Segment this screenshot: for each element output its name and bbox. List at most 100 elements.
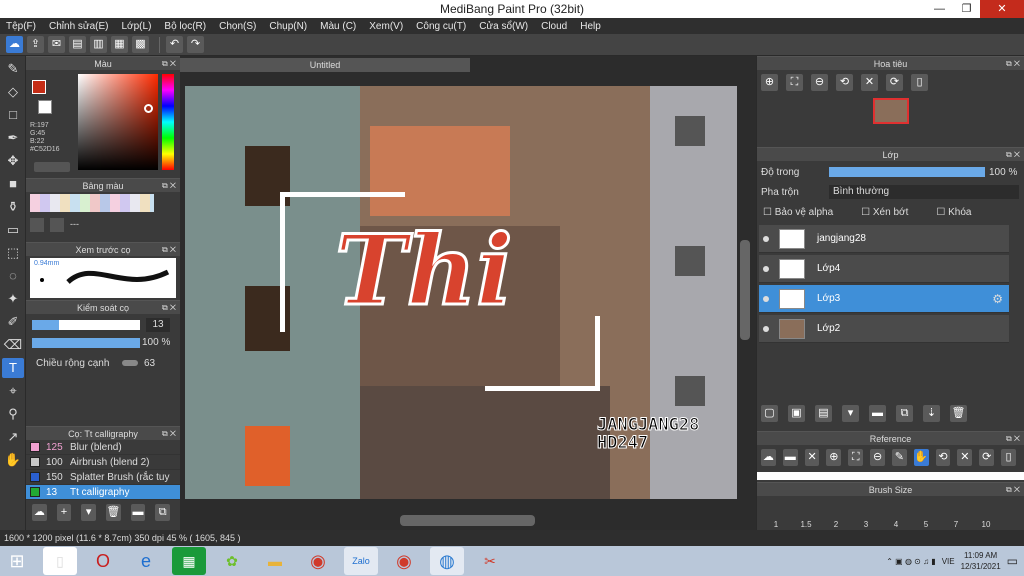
redo-icon[interactable]: ↷	[187, 36, 204, 53]
hand-icon[interactable]: ✋	[913, 449, 929, 466]
brush-size-option[interactable]: 10	[971, 498, 1001, 532]
layer-row[interactable]: Lớp2	[759, 315, 1009, 343]
opera-icon[interactable]: O	[86, 547, 120, 575]
close-reference-icon[interactable]: ✕	[804, 449, 820, 466]
flip-icon[interactable]: ✕	[957, 449, 973, 466]
menu-window[interactable]: Cửa sổ(W)	[479, 21, 528, 32]
vertical-scrollbar[interactable]	[740, 70, 752, 510]
navigator-thumbnail[interactable]	[873, 98, 909, 124]
open-folder-icon[interactable]: ▬	[782, 449, 798, 466]
windows-start-icon[interactable]: ⊞	[0, 547, 34, 575]
menu-capture[interactable]: Chụp(N)	[269, 21, 307, 32]
magic-wand-icon[interactable]: ✦	[2, 289, 24, 309]
visibility-icon[interactable]	[763, 325, 769, 332]
menu-layer[interactable]: Lớp(L)	[122, 21, 152, 32]
delete-palette-icon[interactable]	[50, 218, 64, 232]
menu-select[interactable]: Chọn(S)	[219, 21, 256, 32]
new-brush-icon[interactable]: +	[56, 504, 72, 521]
panel-menu-icon[interactable]: ⧉ ✕	[1006, 432, 1020, 446]
bucket-tool-icon[interactable]: ⚱	[2, 197, 24, 217]
rotate-right-icon[interactable]: ⟳	[886, 74, 903, 91]
folder-icon[interactable]: ▬	[869, 405, 886, 422]
horizontal-scrollbar[interactable]	[185, 515, 735, 527]
brush-tool-icon[interactable]: ✎	[2, 59, 24, 79]
brush-size-option[interactable]: 2	[821, 498, 851, 532]
hue-slider[interactable]	[162, 74, 174, 170]
eraser-tool-icon[interactable]: ◇	[2, 82, 24, 102]
new-halftone-layer-icon[interactable]: ▣	[788, 405, 805, 422]
brush-item[interactable]: 150 Splatter Brush (rắc tuy	[26, 470, 180, 485]
menu-edit[interactable]: Chỉnh sửa(E)	[49, 21, 109, 32]
edge-width-toggle[interactable]	[122, 360, 138, 366]
document-tab[interactable]: Untitled	[180, 58, 470, 72]
protect-alpha-checkbox[interactable]: ☐ Bảo vệ alpha	[763, 207, 833, 218]
divide-tool-icon[interactable]: ⌖	[2, 381, 24, 401]
eyedropper-icon[interactable]: ⚲	[2, 404, 24, 424]
background-color-swatch[interactable]	[38, 100, 52, 114]
saturation-value-field[interactable]	[78, 74, 158, 170]
internet-explorer-icon[interactable]: e	[129, 547, 163, 575]
panels-icon[interactable]: ▩	[132, 36, 149, 53]
palette-grid[interactable]	[30, 194, 154, 212]
gradient-tool-icon[interactable]: ▭	[2, 220, 24, 240]
cloud-icon[interactable]: ☁	[761, 449, 776, 466]
brush-size-option[interactable]: 4	[881, 498, 911, 532]
clipping-checkbox[interactable]: ☐ Xén bớt	[861, 207, 908, 218]
cloud-icon[interactable]: ☁	[6, 36, 23, 53]
brush-size-option[interactable]: 1.5	[791, 498, 821, 532]
delete-brush-icon[interactable]: 🗑	[106, 504, 121, 521]
brush-size-option[interactable]: 5	[911, 498, 941, 532]
foreground-color-swatch[interactable]	[32, 80, 46, 94]
rotate-right-icon[interactable]: ⟳	[979, 449, 995, 466]
layout-icon[interactable]: ▯	[911, 74, 928, 91]
layer-opacity-slider[interactable]	[829, 167, 985, 177]
menu-cloud[interactable]: Cloud	[541, 21, 567, 32]
cloud-brush-icon[interactable]: ☁	[32, 504, 47, 521]
page-icon[interactable]: ▥	[90, 36, 107, 53]
panel-menu-icon[interactable]: ⧉ ✕	[162, 243, 176, 257]
panel-menu-icon[interactable]: ⧉ ✕	[162, 427, 176, 441]
grid-icon[interactable]: ▦	[111, 36, 128, 53]
add-palette-icon[interactable]	[30, 218, 44, 232]
fill-rect-tool-icon[interactable]: ■	[2, 174, 24, 194]
layer-row[interactable]: Lớp4	[759, 255, 1009, 283]
zoom-out-icon[interactable]: ⊖	[870, 449, 885, 466]
tray-icons[interactable]: ⌃ ▣ ◍ ⊙ ♫ ▮	[886, 557, 935, 566]
zalo-icon[interactable]: Zalo	[344, 547, 378, 575]
medibang-icon[interactable]: ◍	[430, 547, 464, 575]
add-layer-menu-icon[interactable]: ▾	[842, 405, 859, 422]
layout-icon[interactable]: ▯	[1001, 449, 1016, 466]
menu-view[interactable]: Xem(V)	[369, 21, 403, 32]
menu-tools[interactable]: Công cụ(T)	[416, 21, 466, 32]
comment-icon[interactable]: ✉	[48, 36, 65, 53]
panel-menu-icon[interactable]: ⧉ ✕	[1006, 483, 1020, 497]
store-icon[interactable]: ▦	[172, 547, 206, 575]
brush-opacity-slider[interactable]	[32, 338, 140, 348]
brush-item[interactable]: 100 Airbrush (blend 2)	[26, 455, 180, 470]
rectangle-tool-icon[interactable]: □	[2, 105, 24, 125]
fit-icon[interactable]: ⛶	[848, 449, 864, 466]
brush-size-option[interactable]: 7	[941, 498, 971, 532]
copy-icon[interactable]: ⧉	[155, 504, 171, 521]
delete-layer-icon[interactable]: 🗑	[950, 405, 967, 422]
color-mode-buttons[interactable]	[34, 162, 70, 172]
add-brush-icon[interactable]: ▾	[81, 504, 97, 521]
rotate-left-icon[interactable]: ⟲	[935, 449, 951, 466]
panel-menu-icon[interactable]: ⧉ ✕	[1006, 57, 1020, 71]
blend-mode-select[interactable]: Bình thường	[829, 185, 1019, 199]
file-icon[interactable]: ▯	[43, 547, 77, 575]
zoom-out-icon[interactable]: ⊖	[811, 74, 828, 91]
reference-view[interactable]	[757, 472, 1024, 480]
language-indicator[interactable]: VIE	[942, 557, 955, 566]
minimize-button[interactable]: —	[926, 0, 953, 18]
zoom-in-icon[interactable]: ⊕	[761, 74, 778, 91]
brush-size-option[interactable]: 1	[761, 498, 791, 532]
text-tool-icon[interactable]: T	[2, 358, 24, 378]
pen-tool-icon[interactable]: ✒	[2, 128, 24, 148]
folder-icon[interactable]: ▬	[130, 504, 146, 521]
merge-layer-icon[interactable]: ⇣	[923, 405, 940, 422]
notification-icon[interactable]: ▭	[1007, 554, 1018, 568]
new-layer-icon[interactable]: ▢	[761, 405, 778, 422]
panel-menu-icon[interactable]: ⧉ ✕	[162, 301, 176, 315]
duplicate-layer-icon[interactable]: ⧉	[896, 405, 913, 422]
